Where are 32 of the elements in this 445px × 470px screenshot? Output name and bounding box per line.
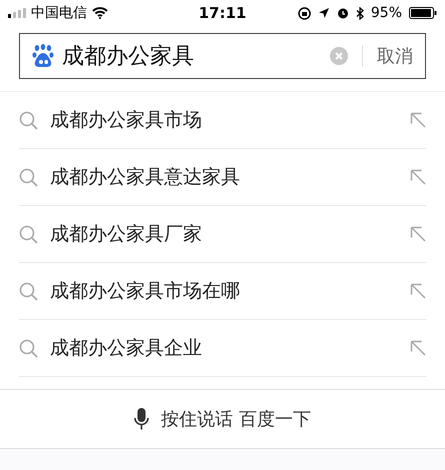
- cancel-link[interactable]: 取消: [377, 44, 413, 68]
- clear-icon[interactable]: [330, 47, 348, 65]
- voice-search-button[interactable]: 按住说话 百度一下: [0, 389, 445, 449]
- signal-icon: [8, 8, 26, 18]
- suggestion-item[interactable]: 成都办公家具厂家: [19, 206, 426, 263]
- bluetooth-icon: [356, 6, 364, 20]
- status-time: 17:11: [198, 4, 246, 22]
- microphone-icon: [134, 408, 150, 430]
- suggestion-item[interactable]: 成都办公家具市场: [19, 92, 426, 149]
- suggestion-item[interactable]: 成都办公家具意达家具: [19, 149, 426, 206]
- rotation-lock-icon: [298, 6, 311, 20]
- search-icon: [19, 282, 38, 300]
- battery-icon: [409, 7, 437, 19]
- carrier-name: 中国电信: [31, 4, 87, 22]
- wifi-icon: [92, 7, 108, 19]
- fill-arrow-icon[interactable]: [410, 340, 426, 356]
- paw-logo-icon: [32, 44, 54, 68]
- search-query: 成都办公家具: [62, 43, 195, 71]
- search-icon: [19, 224, 38, 244]
- search-icon: [19, 110, 38, 130]
- alarm-icon: [336, 7, 349, 19]
- search-icon: [19, 168, 38, 186]
- fill-arrow-icon[interactable]: [410, 226, 426, 242]
- suggestion-item[interactable]: 成都办公家具市场在哪: [19, 263, 426, 320]
- suggestion-item[interactable]: 成都办公家具企业: [19, 320, 426, 377]
- search-field[interactable]: 成都办公家具 取消: [19, 33, 426, 79]
- fill-arrow-icon[interactable]: [410, 169, 426, 185]
- location-icon: [318, 7, 330, 19]
- fill-arrow-icon[interactable]: [410, 283, 426, 299]
- fill-arrow-icon[interactable]: [410, 112, 426, 128]
- battery-percent: 95%: [370, 5, 402, 21]
- search-icon: [19, 338, 38, 358]
